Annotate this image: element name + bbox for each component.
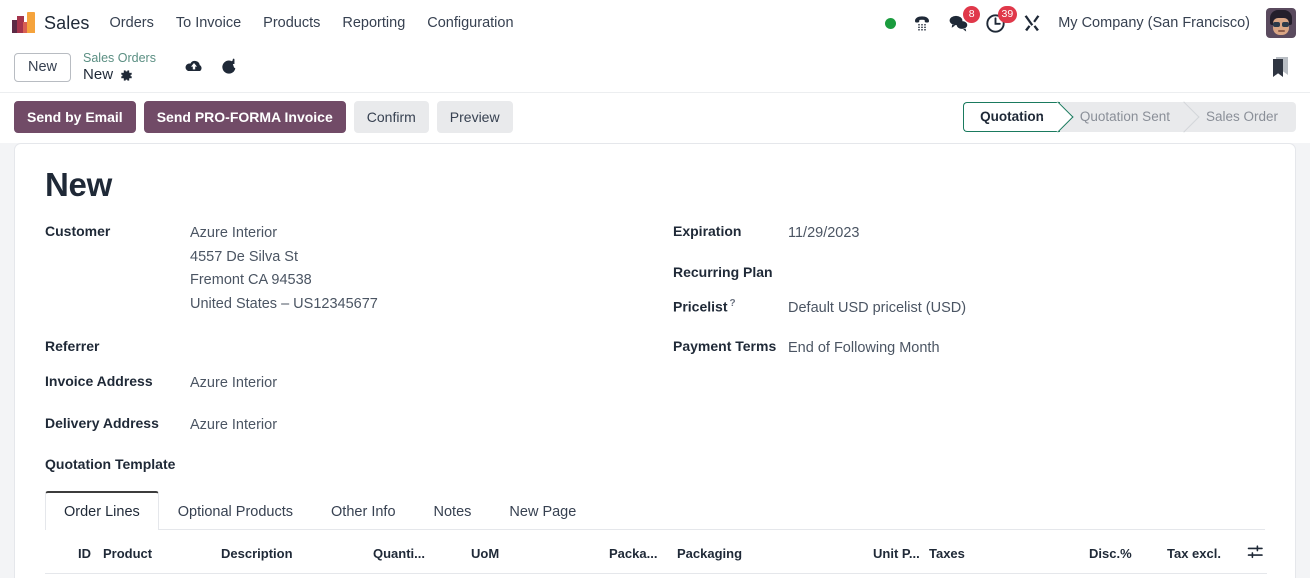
activities-count-badge: 39: [997, 5, 1018, 23]
column-header-quantity[interactable]: Quanti...: [367, 530, 465, 575]
bookmark-icon[interactable]: [1271, 56, 1290, 78]
field-value-customer[interactable]: Azure Interior 4557 De Silva St Fremont …: [190, 222, 378, 317]
field-label-payment-terms: Payment Terms: [673, 338, 777, 355]
top-navbar: Sales Orders To Invoice Products Reporti…: [0, 0, 1310, 46]
buildings-icon[interactable]: [12, 11, 36, 35]
undo-discard-icon[interactable]: [220, 58, 238, 76]
clock-activity-icon[interactable]: 39: [985, 5, 1018, 34]
field-value-expiration[interactable]: 11/29/2023: [788, 222, 860, 246]
breadcrumb-current-label: New: [83, 66, 114, 84]
order-lines-table: ID Product Description Quanti... UoM Pac…: [45, 530, 1267, 575]
form-column-right: Expiration 11/29/2023 Recurring Plan Pri…: [655, 222, 1265, 479]
breadcrumb-current: New: [83, 66, 156, 83]
notebook-tabs: Order Lines Optional Products Other Info…: [45, 490, 1265, 531]
field-value-invoice-address[interactable]: Azure Interior: [190, 372, 277, 396]
cloud-save-icon[interactable]: [184, 59, 204, 75]
new-record-button[interactable]: New: [14, 52, 72, 82]
field-payment-terms: Payment Terms End of Following Month: [673, 337, 1235, 361]
field-quotation-template: Quotation Template: [45, 455, 625, 472]
messages-count-badge: 8: [963, 6, 981, 23]
tab-order-lines[interactable]: Order Lines: [45, 491, 159, 531]
menu-item-orders[interactable]: Orders: [110, 15, 154, 31]
action-statusbar: Send by Email Send PRO-FORMA Invoice Con…: [0, 92, 1310, 143]
column-header-taxes[interactable]: Taxes: [923, 530, 1083, 575]
tab-notes[interactable]: Notes: [415, 492, 491, 530]
page-title: New: [45, 165, 112, 203]
form-sheet: New Customer Azure Interior 4557 De Silv…: [14, 142, 1296, 578]
column-header-id[interactable]: ID: [45, 530, 97, 575]
workflow-buttons: Send by Email Send PRO-FORMA Invoice Con…: [14, 100, 513, 133]
voip-phone-icon[interactable]: [912, 13, 932, 33]
field-label-delivery-address: Delivery Address: [45, 414, 159, 431]
breadcrumb-parent-link[interactable]: Sales Orders: [83, 51, 156, 65]
menu-item-reporting[interactable]: Reporting: [342, 15, 405, 31]
column-header-unit-price[interactable]: Unit P...: [867, 530, 923, 575]
breadcrumb: Sales Orders New: [83, 51, 156, 84]
navbar-systray: 8 39 My Company (San Francisco): [885, 5, 1300, 38]
app-name[interactable]: Sales: [44, 13, 90, 34]
field-label-pricelist-text: Pricelist: [673, 298, 728, 315]
field-label-expiration: Expiration: [673, 222, 742, 239]
online-status-dot: [885, 17, 897, 29]
main-menu: Orders To Invoice Products Reporting Con…: [110, 15, 514, 31]
field-value-delivery-address[interactable]: Azure Interior: [190, 414, 277, 438]
column-header-tax-excl[interactable]: Tax excl.: [1161, 530, 1241, 575]
field-label-quotation-template: Quotation Template: [45, 456, 176, 473]
column-header-product[interactable]: Product: [97, 530, 215, 575]
field-recurring-plan: Recurring Plan: [673, 263, 1235, 280]
column-header-uom[interactable]: UoM: [465, 530, 603, 575]
field-label-recurring-plan: Recurring Plan: [673, 263, 773, 280]
preview-button[interactable]: Preview: [436, 100, 513, 133]
form-column-left: Customer Azure Interior 4557 De Silva St…: [45, 222, 655, 479]
menu-item-configuration[interactable]: Configuration: [427, 15, 513, 31]
tab-optional-products[interactable]: Optional Products: [159, 492, 312, 530]
table-header-row: ID Product Description Quanti... UoM Pac…: [45, 530, 1267, 575]
stage-sales-order[interactable]: Sales Order: [1185, 101, 1296, 132]
stage-quotation[interactable]: Quotation: [963, 101, 1060, 132]
menu-item-to-invoice[interactable]: To Invoice: [176, 15, 241, 31]
send-proforma-invoice-button[interactable]: Send PRO-FORMA Invoice: [143, 100, 346, 133]
record-actions: [184, 58, 238, 76]
tab-new-page[interactable]: New Page: [490, 492, 595, 530]
field-delivery-address: Delivery Address Azure Interior: [45, 414, 625, 438]
form-columns: Customer Azure Interior 4557 De Silva St…: [45, 222, 1265, 479]
stage-quotation-sent[interactable]: Quotation Sent: [1059, 101, 1186, 132]
field-label-customer: Customer: [45, 222, 111, 239]
tools-debug-icon[interactable]: [1022, 13, 1042, 33]
field-label-pricelist: Pricelist?: [673, 297, 788, 315]
help-tooltip-icon[interactable]: ?: [729, 298, 735, 309]
column-header-discount[interactable]: Disc.%: [1083, 530, 1161, 575]
field-label-invoice-address: Invoice Address: [45, 372, 153, 389]
tab-other-info[interactable]: Other Info: [312, 492, 414, 530]
gear-icon[interactable]: [120, 69, 133, 82]
menu-item-products[interactable]: Products: [263, 15, 320, 31]
field-pricelist: Pricelist? Default USD pricelist (USD): [673, 297, 1235, 321]
column-header-packaging[interactable]: Packaging: [671, 530, 867, 575]
column-header-package[interactable]: Packa...: [603, 530, 671, 575]
user-avatar[interactable]: [1266, 8, 1296, 38]
field-invoice-address: Invoice Address Azure Interior: [45, 372, 625, 396]
stage-statusbar: Quotation Quotation Sent Sales Order: [963, 101, 1296, 132]
column-options-icon[interactable]: [1241, 530, 1267, 575]
field-value-pricelist[interactable]: Default USD pricelist (USD): [788, 297, 966, 321]
field-customer: Customer Azure Interior 4557 De Silva St…: [45, 222, 625, 317]
control-panel-right: [1271, 56, 1298, 78]
field-label-referrer: Referrer: [45, 337, 100, 354]
company-switcher[interactable]: My Company (San Francisco): [1058, 15, 1250, 31]
field-referrer: Referrer: [45, 337, 625, 354]
column-header-description[interactable]: Description: [215, 530, 367, 575]
chat-bubbles-icon[interactable]: 8: [948, 6, 981, 33]
confirm-button[interactable]: Confirm: [353, 100, 429, 133]
field-expiration: Expiration 11/29/2023: [673, 222, 1235, 246]
control-panel: New Sales Orders New: [0, 46, 1310, 93]
send-by-email-button[interactable]: Send by Email: [14, 100, 136, 133]
field-value-payment-terms[interactable]: End of Following Month: [788, 337, 940, 361]
sheet-background: New Customer Azure Interior 4557 De Silv…: [0, 142, 1310, 578]
